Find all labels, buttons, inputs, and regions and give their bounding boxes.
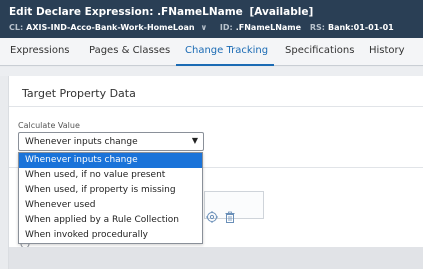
calculate-value-label: Calculate Value bbox=[18, 121, 80, 130]
option-whenever-used[interactable]: Whenever used bbox=[19, 198, 202, 213]
chevron-down-icon[interactable]: ∨ bbox=[201, 23, 208, 32]
calculate-value-selected: Whenever inputs change bbox=[25, 137, 138, 147]
status-badge: [Available] bbox=[249, 6, 314, 18]
option-rule-collection[interactable]: When applied by a Rule Collection bbox=[19, 213, 202, 228]
active-tab-indicator bbox=[176, 64, 274, 66]
tab-specifications[interactable]: Specifications bbox=[285, 45, 354, 56]
rs-label: RS: bbox=[309, 23, 325, 32]
rule-title: Declare Expression: .FNameLName bbox=[35, 6, 243, 18]
tab-expressions[interactable]: Expressions bbox=[10, 45, 70, 56]
tab-pages-classes[interactable]: Pages & Classes bbox=[89, 45, 170, 56]
option-invoked-procedurally[interactable]: When invoked procedurally bbox=[19, 228, 202, 243]
edit-label: Edit bbox=[9, 6, 33, 18]
option-when-used-missing[interactable]: When used, if property is missing bbox=[19, 183, 202, 198]
rs-value-link[interactable]: Bank:01-01-01 bbox=[328, 23, 394, 32]
rule-header: Edit Declare Expression: .FNameLName [Av… bbox=[0, 0, 423, 38]
option-when-used-no-value[interactable]: When used, if no value present bbox=[19, 168, 202, 183]
rule-meta-row: CL: AXIS-IND-Acco-Bank-Work-HomeLoan ∨ ID:… bbox=[9, 23, 400, 32]
dropdown-arrow-icon: ▼ bbox=[191, 136, 198, 145]
section-title: Target Property Data bbox=[22, 87, 136, 100]
panel-spacer bbox=[0, 67, 423, 76]
calculate-value-select[interactable]: Whenever inputs change ▼ bbox=[18, 132, 204, 151]
rule-title-row: Edit Declare Expression: .FNameLName [Av… bbox=[9, 6, 313, 18]
cl-label: CL: bbox=[9, 23, 24, 32]
id-label: ID: bbox=[219, 23, 233, 32]
footer-bar bbox=[9, 247, 423, 269]
tab-bar: Expressions Pages & Classes Change Track… bbox=[0, 38, 423, 66]
target-icon[interactable] bbox=[206, 208, 218, 223]
cl-value-link[interactable]: AXIS-IND-Acco-Bank-Work-HomeLoan bbox=[26, 23, 194, 32]
trash-icon[interactable] bbox=[224, 208, 236, 223]
tab-change-tracking[interactable]: Change Tracking bbox=[185, 45, 268, 56]
option-whenever-inputs-change[interactable]: Whenever inputs change bbox=[19, 153, 202, 168]
calculate-value-options: Whenever inputs change When used, if no … bbox=[18, 152, 203, 244]
section-divider bbox=[9, 106, 423, 107]
id-value: .FNameLName bbox=[235, 23, 302, 32]
tab-history[interactable]: History bbox=[369, 45, 405, 56]
